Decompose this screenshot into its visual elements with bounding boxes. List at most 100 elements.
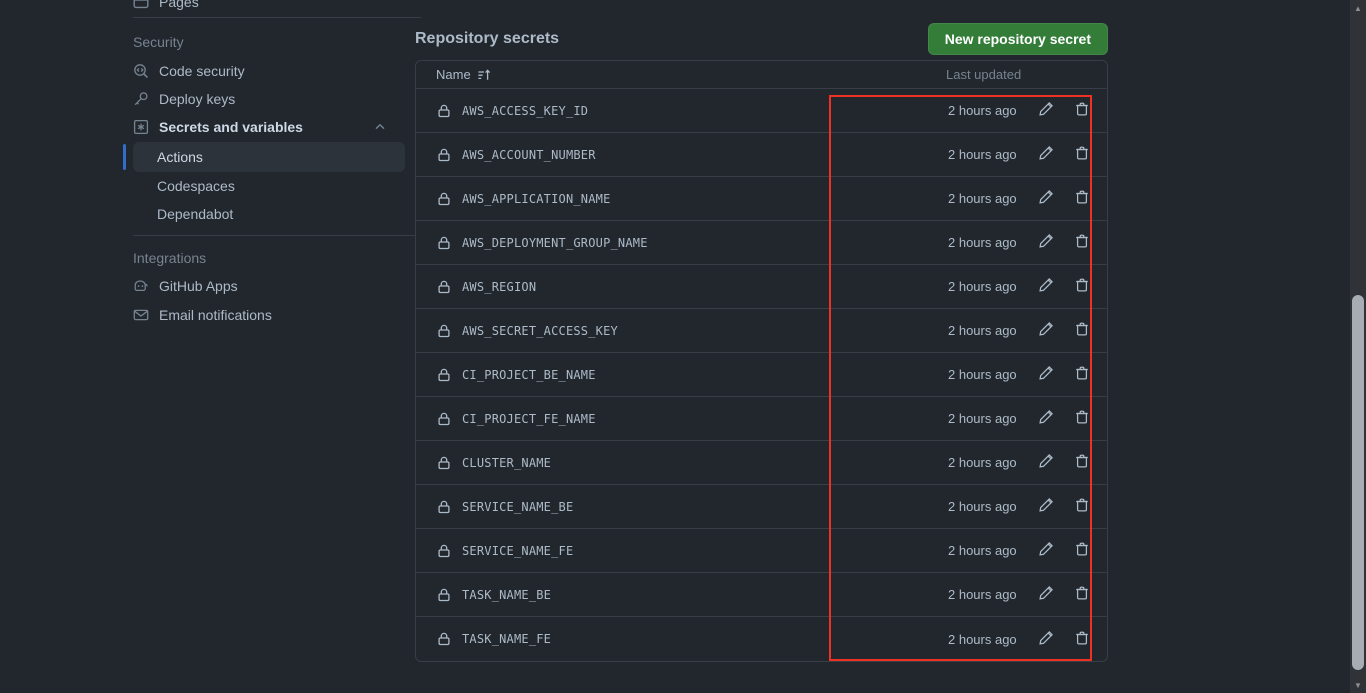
column-header-last-updated: Last updated [946,67,1022,82]
table-row: SERVICE_NAME_BE 2 hours ago [416,485,1107,529]
table-row: CI_PROJECT_BE_NAME 2 hours ago [416,353,1107,397]
secret-name-cell: CI_PROJECT_BE_NAME [436,367,596,383]
row-actions [1035,232,1093,254]
secrets-table-panel: Name Last updated AWS_ACCESS_KEY_ID 2 hou… [415,60,1108,662]
delete-secret-button[interactable] [1071,320,1093,342]
scroll-up-arrow-icon[interactable]: ▲ [1350,0,1366,16]
last-updated-value: 2 hours ago [948,235,1017,250]
lock-icon [436,235,452,251]
edit-secret-button[interactable] [1035,496,1057,518]
table-row: AWS_REGION 2 hours ago [416,265,1107,309]
lock-icon [436,455,452,471]
sidebar-item-pages[interactable]: Pages [121,0,381,16]
sidebar-item-label: Code security [159,63,245,79]
page-header: Repository secrets New repository secret [415,22,1108,56]
sidebar-item-email-notifications[interactable]: Email notifications [121,301,399,329]
edit-secret-button[interactable] [1035,144,1057,166]
table-row: TASK_NAME_FE 2 hours ago [416,617,1107,661]
edit-secret-button[interactable] [1035,628,1057,650]
secret-name-cell: SERVICE_NAME_FE [436,543,573,559]
delete-secret-button[interactable] [1071,188,1093,210]
secret-name: AWS_REGION [462,279,537,294]
secret-name: TASK_NAME_BE [462,587,552,602]
secret-name-cell: CLUSTER_NAME [436,455,551,471]
edit-secret-button[interactable] [1035,100,1057,122]
table-row: AWS_ACCOUNT_NUMBER 2 hours ago [416,133,1107,177]
last-updated-value: 2 hours ago [948,587,1017,602]
edit-secret-button[interactable] [1035,584,1057,606]
edit-secret-button[interactable] [1035,320,1057,342]
page-scrollbar[interactable]: ▲ ▼ [1350,0,1366,693]
secret-name: SERVICE_NAME_FE [462,543,574,558]
sidebar-item-github-apps[interactable]: GitHub Apps [121,272,399,300]
secret-name-cell: AWS_DEPLOYMENT_GROUP_NAME [436,235,648,251]
new-repository-secret-button[interactable]: New repository secret [927,23,1108,55]
sidebar-item-label: GitHub Apps [159,278,238,294]
table-row: AWS_APPLICATION_NAME 2 hours ago [416,177,1107,221]
scroll-down-arrow-icon[interactable]: ▼ [1350,677,1366,693]
table-header-row: Name Last updated [416,61,1107,89]
last-updated-value: 2 hours ago [948,191,1017,206]
trash-icon [1074,630,1090,649]
last-updated-value: 2 hours ago [948,543,1017,558]
pencil-icon [1038,630,1054,649]
row-actions [1035,452,1093,474]
row-actions [1035,584,1093,606]
secret-name: AWS_SECRET_ACCESS_KEY [462,323,618,338]
sort-asc-icon[interactable] [477,68,491,82]
delete-secret-button[interactable] [1071,232,1093,254]
secrets-table-body: AWS_ACCESS_KEY_ID 2 hours ago AWS_ACCOUNT_… [416,89,1107,661]
table-row: CI_PROJECT_FE_NAME 2 hours ago [416,397,1107,441]
last-updated-value: 2 hours ago [948,279,1017,294]
scrollbar-thumb[interactable] [1352,295,1364,670]
last-updated-value: 2 hours ago [948,103,1017,118]
column-header-name[interactable]: Name [436,67,491,82]
table-row: SERVICE_NAME_FE 2 hours ago [416,529,1107,573]
edit-secret-button[interactable] [1035,188,1057,210]
row-actions [1035,100,1093,122]
delete-secret-button[interactable] [1071,452,1093,474]
sidebar-item-actions[interactable]: Actions [123,142,405,172]
edit-secret-button[interactable] [1035,540,1057,562]
sidebar-item-deploy-keys[interactable]: Deploy keys [121,85,399,113]
lock-icon [436,543,452,559]
sidebar-item-dependabot[interactable]: Dependabot [133,199,405,229]
delete-secret-button[interactable] [1071,584,1093,606]
delete-secret-button[interactable] [1071,100,1093,122]
edit-secret-button[interactable] [1035,232,1057,254]
trash-icon [1074,321,1090,340]
pencil-icon [1038,233,1054,252]
delete-secret-button[interactable] [1071,408,1093,430]
delete-secret-button[interactable] [1071,144,1093,166]
row-actions [1035,408,1093,430]
secret-name-cell: TASK_NAME_FE [436,631,551,647]
table-row: AWS_SECRET_ACCESS_KEY 2 hours ago [416,309,1107,353]
codescan-icon [133,63,149,79]
pencil-icon [1038,409,1054,428]
edit-secret-button[interactable] [1035,408,1057,430]
chevron-up-icon[interactable] [373,120,387,134]
delete-secret-button[interactable] [1071,364,1093,386]
trash-icon [1074,365,1090,384]
row-actions [1035,320,1093,342]
lock-icon [436,191,452,207]
delete-secret-button[interactable] [1071,496,1093,518]
apps-robot-icon [133,278,149,294]
delete-secret-button[interactable] [1071,628,1093,650]
row-actions [1035,188,1093,210]
trash-icon [1074,409,1090,428]
delete-secret-button[interactable] [1071,540,1093,562]
lock-icon [436,367,452,383]
sidebar-item-secrets-and-variables[interactable]: Secrets and variables [121,113,399,141]
sidebar-item-code-security[interactable]: Code security [121,57,399,85]
sidebar-item-label: Email notifications [159,307,272,323]
edit-secret-button[interactable] [1035,276,1057,298]
edit-secret-button[interactable] [1035,452,1057,474]
trash-icon [1074,497,1090,516]
edit-secret-button[interactable] [1035,364,1057,386]
trash-icon [1074,453,1090,472]
delete-secret-button[interactable] [1071,276,1093,298]
repository-secrets-page: Pages Security Code security Deploy keys… [0,0,1366,693]
secret-name-cell: TASK_NAME_BE [436,587,551,603]
sidebar-item-codespaces[interactable]: Codespaces [133,171,405,201]
